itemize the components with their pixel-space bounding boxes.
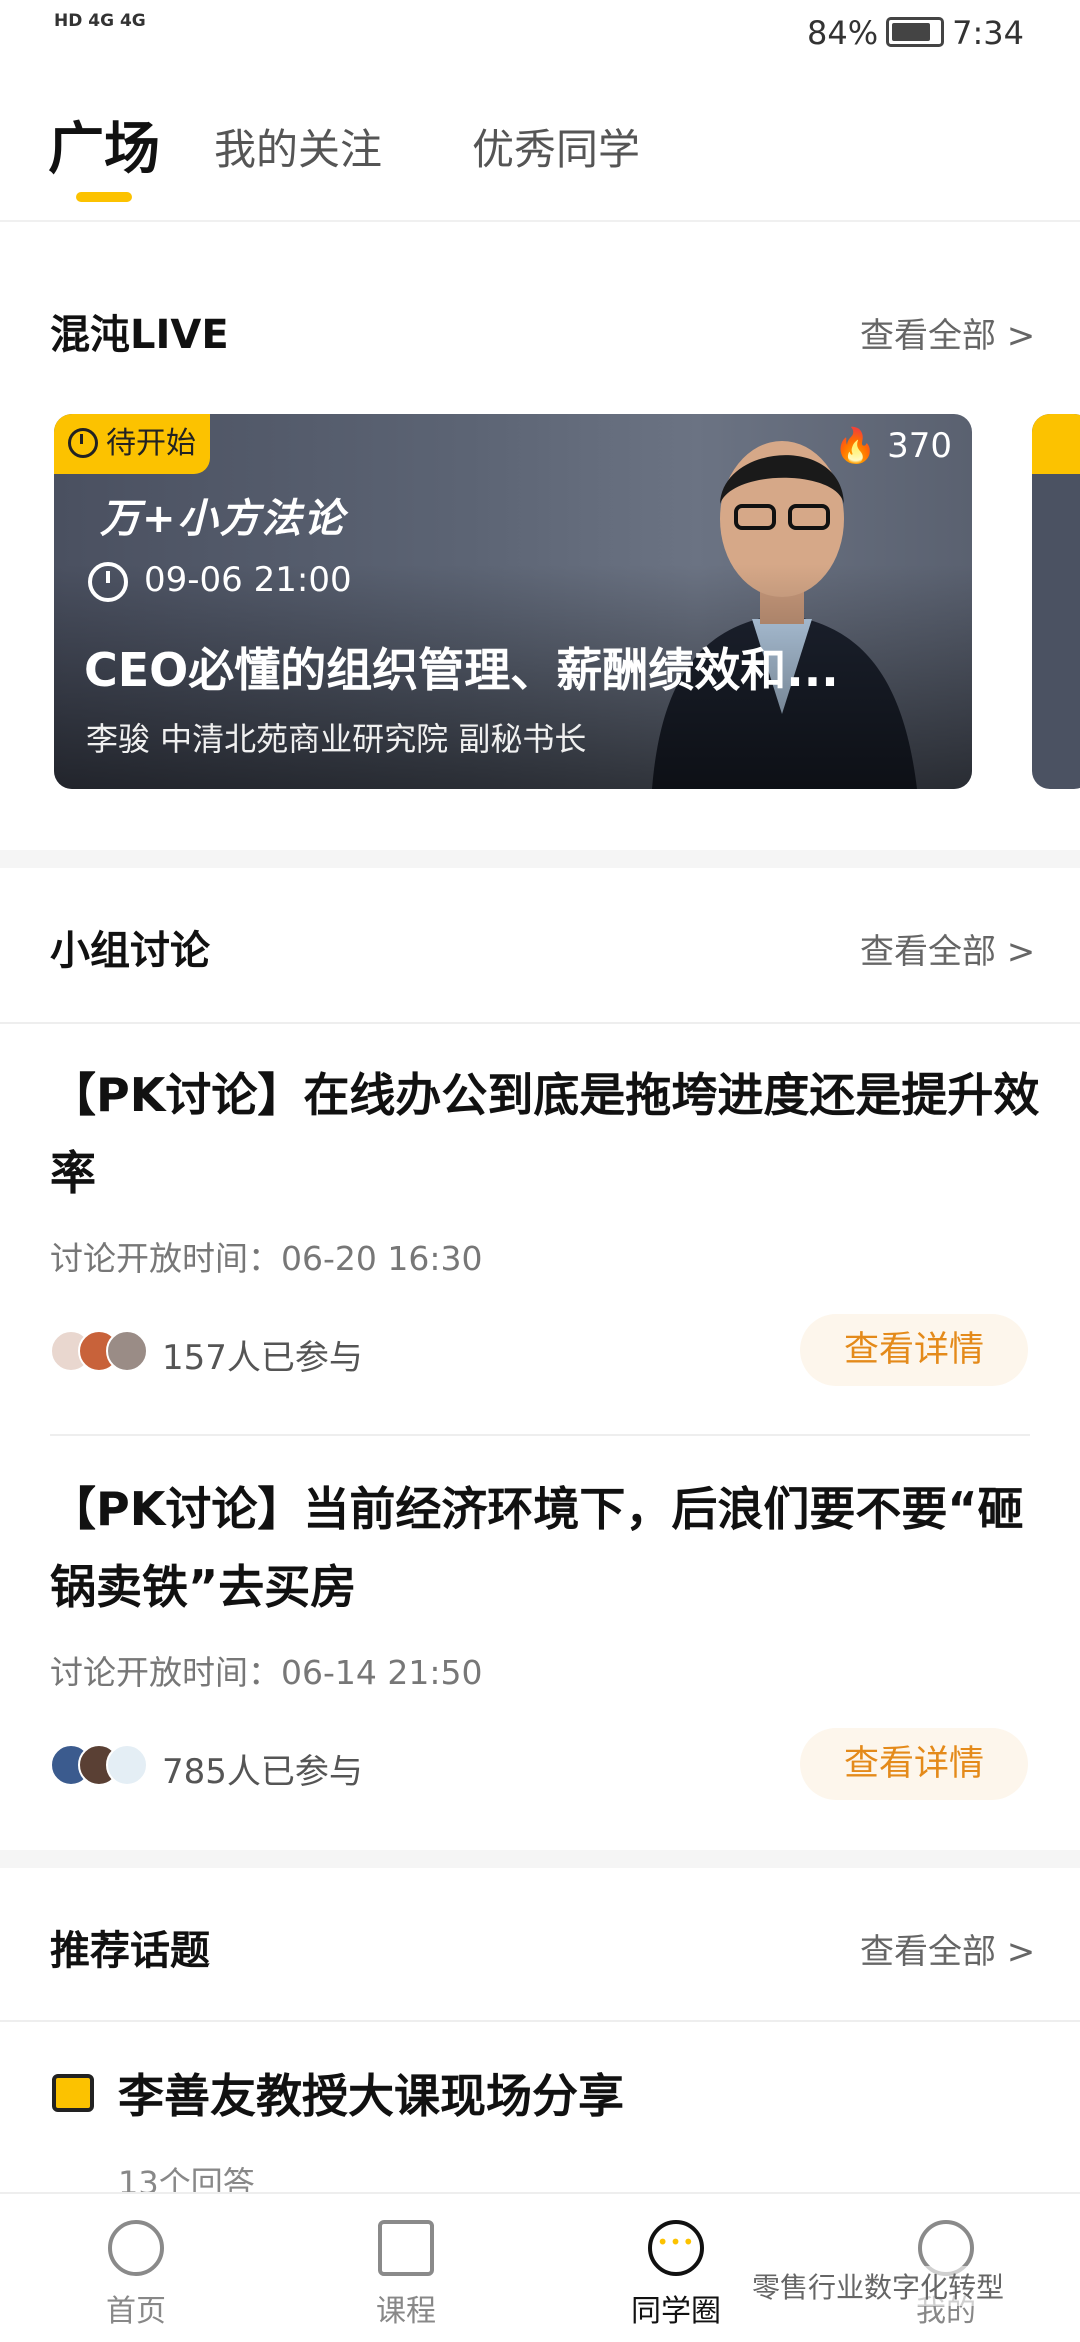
section-header-line bbox=[0, 1022, 1080, 1024]
participant-count: 785人已参与 bbox=[162, 1752, 363, 1792]
hot-count-value: 370 bbox=[887, 426, 952, 466]
active-tab-indicator bbox=[76, 192, 132, 202]
section-divider bbox=[0, 850, 1080, 868]
live-brand-logo: 万+小方法论 bbox=[100, 496, 346, 542]
view-detail-button[interactable]: 查看详情 bbox=[800, 1728, 1028, 1800]
hot-count: 🔥 370 bbox=[834, 426, 952, 466]
top-tabs: 广场 我的关注 优秀同学 bbox=[0, 100, 1080, 222]
alarm-icon bbox=[88, 561, 128, 602]
clock-icon bbox=[68, 427, 98, 458]
topic-see-all-link[interactable]: 查看全部 > bbox=[860, 1924, 1035, 1973]
live-time-value: 09-06 21:00 bbox=[144, 560, 352, 600]
section-header-line bbox=[0, 2020, 1080, 2022]
course-icon bbox=[378, 2220, 434, 2276]
next-card-badge bbox=[1032, 414, 1080, 474]
nav-classmates[interactable]: 同学圈 bbox=[596, 2194, 756, 2342]
nav-label: 同学圈 bbox=[631, 2294, 721, 2329]
status-badge: 待开始 bbox=[54, 414, 210, 474]
discussion-title[interactable]: 【PK讨论】当前经济环境下，后浪们要不要“砸锅卖铁”去买房 bbox=[50, 1470, 1040, 1626]
item-divider bbox=[50, 1434, 1030, 1436]
participant-avatars bbox=[50, 1330, 150, 1372]
view-detail-button[interactable]: 查看详情 bbox=[800, 1314, 1028, 1386]
live-title: CEO必懂的组织管理、薪酬绩效和... bbox=[84, 643, 839, 697]
live-time: 09-06 21:00 bbox=[88, 560, 352, 602]
topic-section-title: 推荐话题 bbox=[50, 1928, 210, 1974]
topic-icon bbox=[52, 2074, 94, 2112]
battery-percent: 84% bbox=[807, 14, 879, 52]
discussion-open-time: 讨论开放时间：06-20 16:30 bbox=[50, 1239, 483, 1278]
discussion-open-time: 讨论开放时间：06-14 21:50 bbox=[50, 1653, 483, 1692]
nav-label: 课程 bbox=[376, 2294, 436, 2329]
battery-icon bbox=[886, 17, 945, 47]
avatar bbox=[106, 1330, 148, 1372]
status-right: 84% 7:34 bbox=[807, 14, 1024, 53]
next-live-card[interactable] bbox=[1032, 414, 1080, 789]
group-section-title: 小组讨论 bbox=[50, 928, 210, 974]
clock: 7:34 bbox=[952, 14, 1024, 52]
live-see-all-link[interactable]: 查看全部 > bbox=[860, 308, 1035, 357]
chat-icon bbox=[648, 2220, 704, 2276]
participant-count: 157人已参与 bbox=[162, 1338, 363, 1378]
live-speaker: 李骏 中清北苑商业研究院 副秘书长 bbox=[86, 720, 587, 758]
live-card[interactable]: 待开始 🔥 370 万+小方法论 09-06 21:00 CEO必懂的组织管理、… bbox=[54, 414, 972, 789]
watermark: 零售行业数字化转型 bbox=[752, 2266, 1005, 2306]
participant-avatars bbox=[50, 1744, 150, 1786]
badge-label: 待开始 bbox=[106, 426, 196, 461]
discussion-title[interactable]: 【PK讨论】在线办公到底是拖垮进度还是提升效率 bbox=[50, 1056, 1040, 1212]
flame-icon: 🔥 bbox=[833, 426, 877, 466]
nav-home[interactable]: 首页 bbox=[56, 2194, 216, 2342]
topic-title[interactable]: 李善友教授大课现场分享 bbox=[118, 2060, 624, 2126]
tab-excellent-students[interactable]: 优秀同学 bbox=[472, 116, 640, 177]
group-see-all-link[interactable]: 查看全部 > bbox=[860, 924, 1035, 973]
nav-course[interactable]: 课程 bbox=[326, 2194, 486, 2342]
avatar bbox=[106, 1744, 148, 1786]
section-divider bbox=[0, 1850, 1080, 1868]
tab-following[interactable]: 我的关注 bbox=[214, 116, 382, 177]
live-section-title: 混沌LIVE bbox=[50, 312, 229, 358]
signal-indicators: HD 4G 4G bbox=[54, 11, 146, 31]
home-icon bbox=[108, 2220, 164, 2276]
nav-label: 首页 bbox=[106, 2294, 166, 2329]
status-bar: HD 4G 4G 84% 7:34 bbox=[0, 0, 1080, 72]
tab-square[interactable]: 广场 bbox=[48, 104, 160, 185]
